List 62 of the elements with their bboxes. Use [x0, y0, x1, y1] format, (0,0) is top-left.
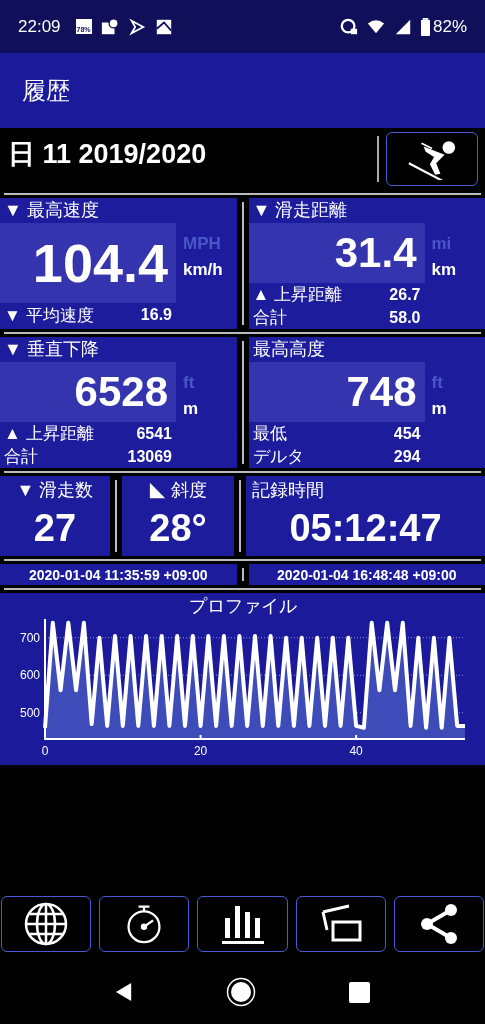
- axis-label: 500: [19, 705, 40, 720]
- screen-title: 履歴: [22, 75, 70, 106]
- chart-title: プロファイル: [188, 595, 297, 618]
- map-button[interactable]: [1, 896, 92, 952]
- battery-percent: 82%: [432, 16, 467, 37]
- stat-value: 6541: [136, 424, 172, 443]
- stat-value: 16.9: [140, 306, 172, 324]
- statistics-button[interactable]: [197, 896, 288, 952]
- wifi-icon: [366, 17, 385, 36]
- timestamp: 2020-01-04 16:48:48 +09:00: [277, 566, 457, 583]
- stat-title[interactable]: ▼ 垂直下降: [0, 337, 99, 362]
- screens-button[interactable]: [295, 896, 386, 952]
- axis-label: 20: [193, 744, 208, 758]
- stat-label: ▲ 上昇距離: [252, 284, 343, 306]
- unit-label[interactable]: km/h: [183, 257, 223, 283]
- stat-value: 13069: [127, 447, 172, 466]
- image-icon: [154, 17, 173, 36]
- stat-value: 31.4: [334, 229, 417, 277]
- stat-label: 合計: [252, 307, 287, 329]
- axis-label: 600: [19, 668, 40, 683]
- globe-icon: [24, 902, 69, 946]
- recents-icon[interactable]: [349, 981, 370, 1003]
- season-date: 日 11 2019/2020: [8, 138, 208, 171]
- stat-title: ▼ 滑走数: [16, 479, 94, 502]
- unit-label[interactable]: m: [183, 396, 199, 422]
- stat-label: 最低: [252, 423, 287, 445]
- stat-value: 454: [393, 424, 421, 443]
- stat-value: 104.4: [32, 232, 168, 294]
- stat-value: 27: [33, 506, 77, 551]
- stat-value: 28°: [149, 506, 207, 551]
- stat-title: 記録時間: [252, 479, 324, 502]
- stat-label: デルタ: [252, 446, 304, 468]
- unit-label[interactable]: m: [431, 396, 447, 422]
- stat-label: 合計: [4, 446, 38, 468]
- stat-label: ▼ 平均速度: [4, 304, 94, 327]
- unit-label[interactable]: km: [431, 257, 457, 283]
- back-icon[interactable]: [115, 981, 133, 1003]
- stat-value: 26.7: [389, 285, 421, 304]
- data-saver-icon: [339, 17, 358, 36]
- signal-icon: [393, 17, 412, 36]
- stat-title: 斜度: [171, 479, 207, 502]
- timestamp: 2020-01-04 11:35:59 +09:00: [28, 566, 208, 583]
- timer-button[interactable]: [99, 896, 190, 952]
- home-icon[interactable]: [226, 977, 256, 1007]
- stat-value: 6528: [74, 368, 168, 416]
- stat-title[interactable]: 最高高度: [248, 337, 325, 362]
- axis-label: 700: [19, 630, 40, 645]
- share-button[interactable]: [393, 896, 484, 952]
- axis-label: 0: [41, 744, 49, 758]
- stat-value: 748: [346, 368, 417, 416]
- slope-icon: [149, 481, 166, 499]
- battery-icon: [420, 17, 430, 36]
- stat-label: ▲ 上昇距離: [4, 423, 94, 445]
- stat-value: 294: [393, 447, 421, 466]
- activity-button[interactable]: [386, 132, 478, 186]
- stat-value: 58.0: [389, 308, 421, 327]
- play-icon: [127, 17, 146, 36]
- stat-title[interactable]: ▼ 滑走距離: [248, 198, 348, 223]
- stat-title[interactable]: ▼ 最高速度: [0, 198, 99, 223]
- stat-value: 05:12:47: [289, 506, 442, 551]
- axis-label: 40: [349, 744, 363, 758]
- clock: 22:09: [18, 16, 61, 37]
